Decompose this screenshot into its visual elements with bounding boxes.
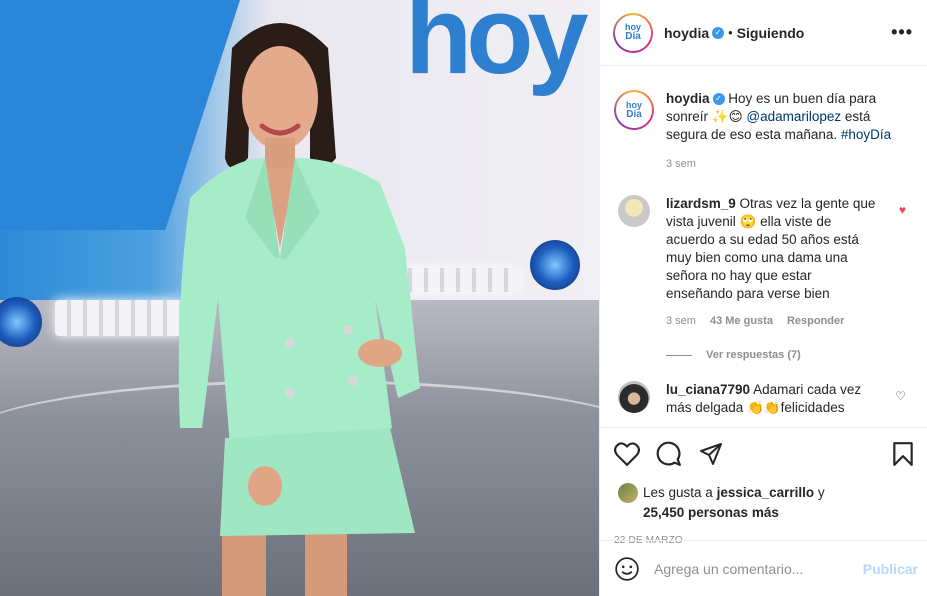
- instagram-post-view: hoy hoy Día hoydia ✓ • Siguiendo ••• hoy…: [0, 0, 927, 596]
- share-send-icon[interactable]: [698, 442, 724, 466]
- post-actions: Les gusta a jessica_carrillo y 25,450 per…: [600, 427, 927, 546]
- verified-badge-icon: ✓: [712, 93, 725, 106]
- account-avatar[interactable]: hoy Día: [613, 12, 653, 53]
- caption-text: hoydia ✓ Hoy es un buen día para sonreír …: [666, 90, 906, 144]
- avatar-logo: hoy Día: [615, 14, 651, 51]
- commenter-avatar[interactable]: [618, 381, 650, 413]
- caption-avatar[interactable]: hoy Día: [614, 90, 654, 130]
- likes-prefix: Les gusta a: [643, 485, 717, 500]
- presenter-figure: [178, 23, 420, 596]
- likes-text: Les gusta a jessica_carrillo y 25,450 per…: [643, 483, 825, 523]
- emoji-icon[interactable]: [614, 556, 640, 582]
- caption-hashtag[interactable]: #hoyDía: [841, 127, 891, 142]
- action-icons: [614, 440, 914, 468]
- stage-lamp: [530, 240, 580, 290]
- comment-text: lu_ciana7790 Adamari cada vez más delgad…: [666, 381, 878, 417]
- verified-badge-icon: ✓: [712, 26, 725, 39]
- following-button[interactable]: Siguiendo: [737, 25, 805, 41]
- add-comment-bar: Agrega un comentario... Publicar: [600, 540, 927, 596]
- likes-summary: Les gusta a jessica_carrillo y 25,450 per…: [614, 483, 914, 523]
- reply-button[interactable]: Responder: [787, 315, 844, 327]
- comment-username[interactable]: lu_ciana7790: [666, 382, 750, 397]
- commenter-avatar[interactable]: [618, 195, 650, 227]
- comment: lizardsm_9 Otras vez la gente que vista …: [614, 195, 914, 303]
- comment: lu_ciana7790 Adamari cada vez más delgad…: [614, 381, 914, 417]
- separator-dot: •: [728, 25, 733, 40]
- post-side-panel: hoy Día hoydia ✓ • Siguiendo ••• hoy Día…: [599, 0, 927, 596]
- stage-light-bar: [55, 300, 185, 336]
- avatar-logo-line2: Día: [626, 108, 642, 120]
- comment-meta: 3 sem 43 Me gusta Responder: [666, 315, 914, 327]
- comment-body: Otras vez la gente que vista juvenil 🙄 e…: [666, 196, 876, 301]
- comment-likes[interactable]: 43 Me gusta: [710, 315, 773, 327]
- avatar-logo-line2: Día: [625, 31, 641, 42]
- view-replies-button[interactable]: Ver respuestas (7): [666, 349, 914, 361]
- replies-line: [666, 354, 692, 356]
- caption-username[interactable]: hoydia: [666, 91, 710, 106]
- more-options-icon[interactable]: •••: [891, 22, 913, 43]
- like-heart-icon[interactable]: [614, 442, 640, 466]
- header-username[interactable]: hoydia: [664, 25, 709, 41]
- comment-text: lizardsm_9 Otras vez la gente que vista …: [666, 195, 878, 303]
- likes-count[interactable]: 25,450 personas más: [643, 505, 779, 520]
- caption-mention[interactable]: @adamarilopez: [746, 109, 841, 124]
- likes-suffix: y: [814, 485, 825, 500]
- comments-list[interactable]: hoy Día hoydia ✓ Hoy es un buen día para …: [600, 67, 927, 427]
- avatar-logo: hoy Día: [616, 92, 652, 128]
- caption-time[interactable]: 3 sem: [666, 158, 914, 170]
- liker-username[interactable]: jessica_carrillo: [717, 485, 815, 500]
- comment-input[interactable]: Agrega un comentario...: [654, 561, 863, 577]
- comment-like-heart-icon[interactable]: ♥: [899, 203, 906, 217]
- view-replies-label: Ver respuestas (7): [706, 349, 801, 361]
- comment-like-heart-icon[interactable]: ♡: [895, 389, 906, 403]
- comment-bubble-icon[interactable]: [656, 441, 682, 467]
- post-header: hoy Día hoydia ✓ • Siguiendo •••: [600, 0, 927, 66]
- comment-username[interactable]: lizardsm_9: [666, 196, 736, 211]
- comment-time: 3 sem: [666, 315, 696, 327]
- save-bookmark-icon[interactable]: [892, 441, 914, 467]
- post-photo[interactable]: hoy: [0, 0, 599, 596]
- caption: hoy Día hoydia ✓ Hoy es un buen día para …: [614, 90, 914, 144]
- publish-button[interactable]: Publicar: [863, 561, 918, 577]
- liker-avatar[interactable]: [618, 483, 638, 503]
